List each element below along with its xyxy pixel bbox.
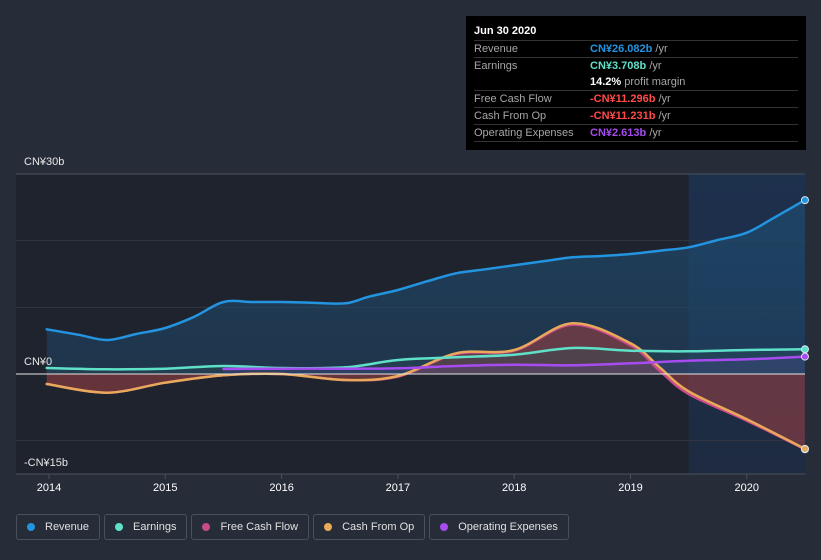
legend-dot-icon — [115, 523, 124, 531]
tooltip: Jun 30 2020 Revenue CN¥26.082b /yr Earning… — [466, 16, 806, 150]
legend-item-cash-from-op[interactable]: Cash From Op — [313, 514, 426, 540]
tooltip-row-value: CN¥3.708b /yr — [590, 60, 662, 72]
cash-from-op-endpoint — [800, 444, 809, 453]
tooltip-row-label: Free Cash Flow — [474, 93, 552, 105]
tooltip-row-value: CN¥26.082b /yr — [590, 43, 668, 55]
tooltip-row-value: -CN¥11.231b /yr — [590, 110, 671, 122]
tooltip-row: Cash From Op -CN¥11.231b /yr — [474, 108, 798, 125]
x-tick-label: 2017 — [386, 482, 410, 494]
legend-label: Earnings — [133, 521, 177, 533]
legend: Revenue Earnings Free Cash Flow Cash From O… — [16, 514, 569, 540]
legend-label: Free Cash Flow — [220, 521, 299, 533]
legend-label: Revenue — [45, 521, 90, 533]
legend-dot-icon — [202, 523, 211, 531]
legend-item-earnings[interactable]: Earnings — [104, 514, 188, 540]
tooltip-row-label: Earnings — [474, 60, 518, 72]
tooltip-row: 14.2% profit margin — [474, 74, 798, 91]
tooltip-row-label — [474, 74, 590, 90]
legend-item-operating-expenses[interactable]: Operating Expenses — [429, 514, 569, 540]
revenue-endpoint — [800, 196, 809, 205]
y-tick-label: CN¥30b — [24, 156, 64, 168]
tooltip-row-value: -CN¥11.296b /yr — [590, 93, 671, 105]
y-tick-label: CN¥0 — [24, 356, 52, 368]
tooltip-row-label: Revenue — [474, 43, 519, 55]
x-tick-label: 2014 — [37, 482, 61, 494]
tooltip-row-label: Cash From Op — [474, 110, 547, 122]
x-tick-label: 2016 — [269, 482, 293, 494]
legend-label: Cash From Op — [342, 521, 415, 533]
tooltip-row: Revenue CN¥26.082b /yr — [474, 41, 798, 58]
tooltip-row-value: 14.2% profit margin — [590, 76, 686, 88]
legend-dot-icon — [27, 523, 35, 531]
tooltip-date: Jun 30 2020 — [474, 22, 798, 41]
legend-dot-icon — [440, 523, 449, 531]
y-tick-label: -CN¥15b — [24, 457, 68, 469]
tooltip-row: Free Cash Flow -CN¥11.296b /yr — [474, 91, 798, 108]
x-tick-label: 2020 — [735, 482, 759, 494]
x-tick-label: 2018 — [502, 482, 526, 494]
legend-label: Operating Expenses — [458, 521, 558, 533]
tooltip-row: Earnings CN¥3.708b /yr — [474, 58, 798, 74]
legend-dot-icon — [324, 523, 333, 531]
legend-item-free-cash-flow[interactable]: Free Cash Flow — [191, 514, 310, 540]
tooltip-row-value: CN¥2.613b /yr — [590, 127, 662, 139]
tooltip-row: Operating Expenses CN¥2.613b /yr — [474, 125, 798, 142]
earnings-endpoint — [800, 345, 809, 354]
tooltip-row-label: Operating Expenses — [474, 127, 574, 139]
x-tick-label: 2019 — [618, 482, 642, 494]
x-tick-label: 2015 — [153, 482, 177, 494]
legend-item-revenue[interactable]: Revenue — [16, 514, 101, 540]
operating-expenses-endpoint — [800, 352, 809, 361]
